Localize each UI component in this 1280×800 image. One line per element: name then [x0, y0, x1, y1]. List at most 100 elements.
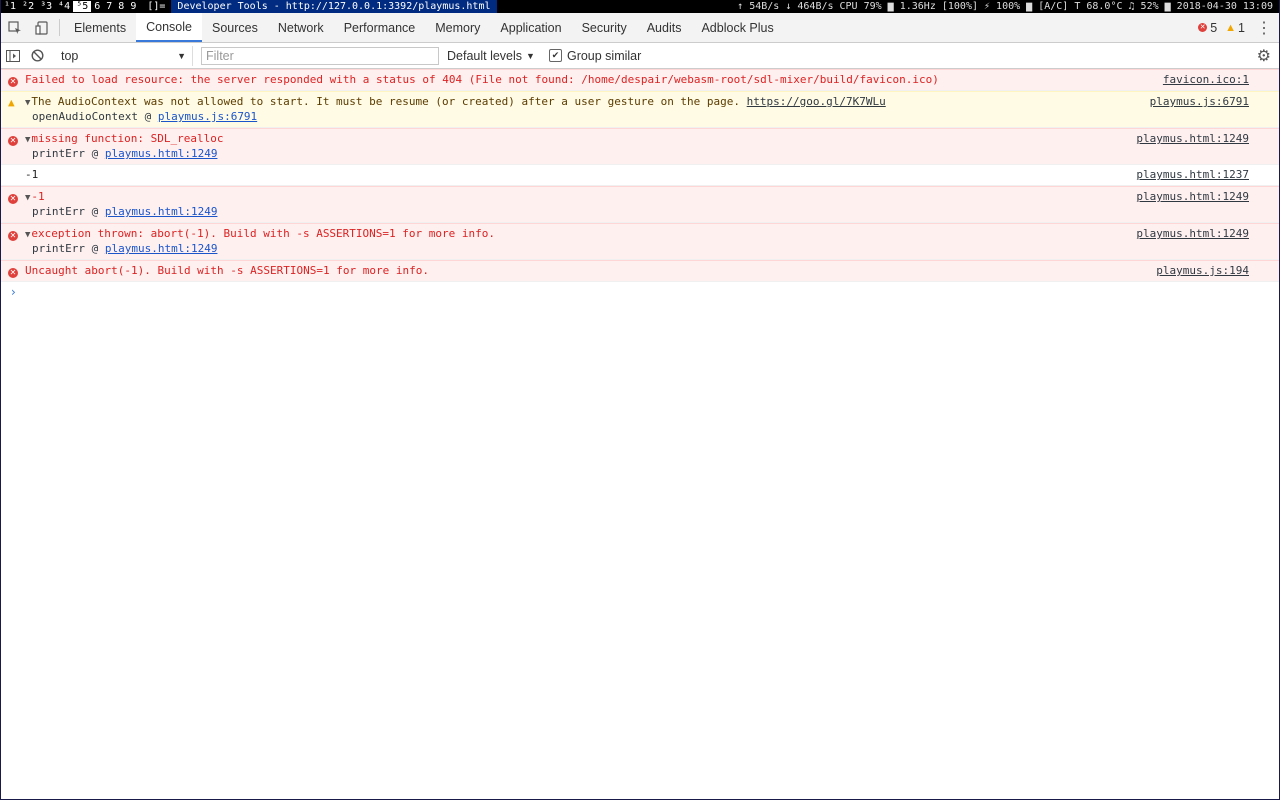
stack-location-link[interactable]: playmus.js:6791	[158, 110, 257, 123]
message-text: Failed to load resource: the server resp…	[25, 73, 939, 86]
console-message-error: ✕ Failed to load resource: the server res…	[1, 69, 1279, 91]
prompt-chevron-icon: ›	[11, 285, 16, 299]
warning-count: 1	[1238, 20, 1245, 35]
filter-input[interactable]	[201, 46, 439, 65]
message-text: The AudioContext was not allowed to star…	[31, 95, 747, 108]
source-link[interactable]: playmus.html:1249	[1136, 190, 1249, 204]
stack-at-separator: @	[84, 205, 105, 218]
tab-performance[interactable]: Performance	[334, 13, 426, 42]
error-icon: ✕	[8, 231, 18, 241]
log-levels-label: Default levels	[447, 48, 523, 63]
stack-at-separator: @	[137, 110, 158, 123]
workspace-5[interactable]: ⁵5	[73, 1, 92, 12]
workspace-list: ¹1 ²2 ³3 ⁴4 ⁵5 6 7 8 9	[1, 1, 139, 12]
dropdown-arrow-icon: ▼	[177, 50, 186, 61]
system-status-bar: ¹1 ²2 ³3 ⁴4 ⁵5 6 7 8 9 []= Developer Tools - htt…	[1, 0, 1279, 13]
console-message-error: ✕ ▼missing function: SDL_realloc playmus.h…	[1, 128, 1279, 165]
error-icon: ✕	[1198, 23, 1208, 32]
stack-function: printErr	[32, 147, 85, 160]
console-message-error: ✕ ▼-1 playmus.html:1249 printErr @ playmus.…	[1, 186, 1279, 223]
stack-frame: printErr @ playmus.html:1249	[25, 147, 1249, 161]
group-similar-label: Group similar	[566, 48, 642, 63]
console-prompt[interactable]: ›	[1, 282, 1279, 302]
log-levels-dropdown[interactable]: Default levels ▼	[447, 49, 535, 63]
console-toolbar: top ▼ Default levels ▼ ✔ Group similar ⚙	[1, 43, 1279, 69]
inspect-element-icon[interactable]	[1, 13, 28, 42]
message-link[interactable]: https://goo.gl/7K7WLu	[747, 95, 886, 108]
warning-icon: ▲	[8, 96, 15, 109]
stack-frame: printErr @ playmus.html:1249	[25, 205, 1249, 219]
workspace-4[interactable]: ⁴4	[55, 1, 73, 12]
expand-triangle-icon[interactable]: ▼	[25, 135, 30, 145]
dropdown-arrow-icon: ▼	[526, 50, 535, 61]
gear-icon[interactable]: ⚙	[1257, 46, 1271, 66]
tab-memory[interactable]: Memory	[425, 13, 490, 42]
window-title: Developer Tools - http://127.0.0.1:3392/…	[171, 0, 497, 13]
tab-sources[interactable]: Sources	[202, 13, 268, 42]
message-text: exception thrown: abort(-1). Build with …	[31, 227, 496, 240]
source-link[interactable]: playmus.js:194	[1156, 264, 1249, 278]
tab-console[interactable]: Console	[136, 13, 202, 42]
panel-tabs: Elements Console Sources Network Performance…	[64, 13, 784, 42]
checkbox-icon[interactable]: ✔	[548, 49, 562, 62]
stack-location-link[interactable]: playmus.html:1249	[105, 205, 218, 218]
tab-network[interactable]: Network	[268, 13, 334, 42]
workspace-7[interactable]: 7	[103, 1, 115, 12]
stack-function: printErr	[32, 205, 85, 218]
console-messages: ✕ Failed to load resource: the server res…	[1, 69, 1279, 282]
console-message-error: ✕ Uncaught abort(-1). Build with -s ASSER…	[1, 260, 1279, 282]
device-toolbar-icon[interactable]	[28, 13, 55, 42]
source-link[interactable]: playmus.html:1249	[1136, 132, 1249, 146]
message-text: -1	[31, 190, 45, 203]
stack-location-link[interactable]: playmus.html:1249	[105, 242, 218, 255]
show-sidebar-icon[interactable]	[1, 45, 25, 67]
source-link[interactable]: playmus.html:1249	[1136, 227, 1249, 241]
workspace-2[interactable]: ²2	[19, 1, 37, 12]
stack-frame: openAudioContext @ playmus.js:6791	[25, 110, 1249, 124]
workspace-3[interactable]: ³3	[37, 1, 55, 12]
error-count: 5	[1210, 20, 1218, 35]
group-similar-toggle[interactable]: ✔ Group similar	[548, 48, 642, 63]
workspace-1[interactable]: ¹1	[1, 1, 19, 12]
error-icon: ✕	[8, 194, 18, 204]
stack-location-link[interactable]: playmus.html:1249	[105, 147, 218, 160]
source-link[interactable]: favicon.ico:1	[1163, 73, 1249, 87]
message-text: Uncaught abort(-1). Build with -s ASSERT…	[25, 264, 429, 277]
tab-application[interactable]: Application	[490, 13, 571, 42]
message-text: missing function: SDL_realloc	[31, 132, 224, 145]
warning-icon: ▲	[1225, 21, 1237, 34]
layout-indicator: []=	[147, 1, 166, 12]
error-icon: ✕	[8, 268, 18, 278]
expand-triangle-icon[interactable]: ▼	[25, 98, 30, 108]
tab-adblock-plus[interactable]: Adblock Plus	[691, 13, 783, 42]
stack-at-separator: @	[84, 147, 105, 160]
expand-triangle-icon[interactable]: ▼	[25, 230, 30, 240]
expand-triangle-icon[interactable]: ▼	[25, 193, 30, 203]
workspace-8[interactable]: 8	[115, 1, 127, 12]
context-selector[interactable]: top ▼	[53, 45, 193, 66]
more-options-icon[interactable]: ⋮	[1249, 18, 1279, 38]
console-message-warning: ▲ ▼The AudioContext was not allowed to st…	[1, 91, 1279, 128]
toolbar-divider	[59, 19, 60, 36]
error-icon: ✕	[8, 77, 18, 87]
tab-audits[interactable]: Audits	[637, 13, 692, 42]
console-message-error: ✕ ▼exception thrown: abort(-1). Build wit…	[1, 223, 1279, 260]
system-status: ↑ 54B/s ↓ 464B/s CPU 79% ▆ 1.36Hz [100%]…	[737, 1, 1273, 12]
stack-frame: printErr @ playmus.html:1249	[25, 242, 1249, 256]
clear-console-icon[interactable]	[25, 45, 49, 67]
source-link[interactable]: playmus.js:6791	[1150, 95, 1249, 109]
tab-elements[interactable]: Elements	[64, 13, 136, 42]
message-text: -1	[25, 168, 39, 181]
console-message-log: -1 playmus.html:1237	[1, 165, 1279, 186]
tab-security[interactable]: Security	[572, 13, 637, 42]
source-link[interactable]: playmus.html:1237	[1136, 168, 1249, 182]
error-icon: ✕	[8, 136, 18, 146]
stack-function: printErr	[32, 242, 85, 255]
error-warning-counter[interactable]: ✕ 5 ▲ 1	[1198, 21, 1245, 35]
workspace-6[interactable]: 6	[91, 1, 103, 12]
context-value: top	[61, 48, 79, 63]
devtools-tabbar: Elements Console Sources Network Performance…	[1, 13, 1279, 43]
stack-function: openAudioContext	[32, 110, 138, 123]
workspace-9[interactable]: 9	[127, 1, 139, 12]
stack-at-separator: @	[84, 242, 105, 255]
